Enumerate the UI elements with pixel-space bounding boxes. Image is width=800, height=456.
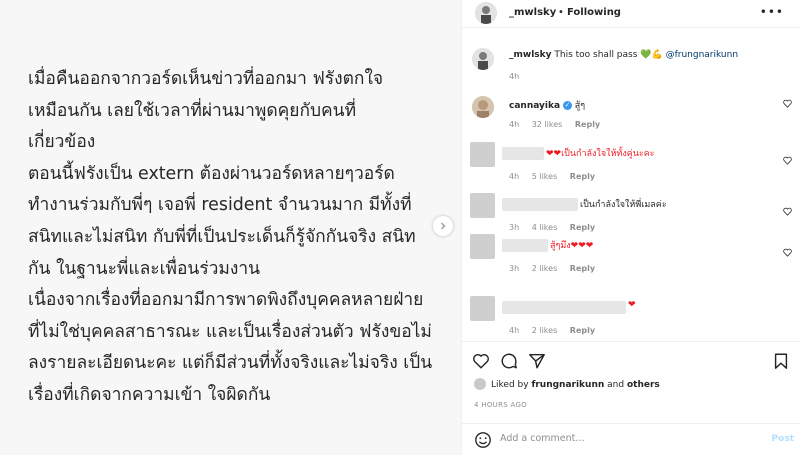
next-image-button[interactable] <box>433 216 453 236</box>
chevron-right-icon <box>441 222 446 230</box>
author-avatar[interactable] <box>472 48 494 70</box>
comment-meta: 4h 2 likes Reply <box>509 326 605 335</box>
commenter-avatar[interactable] <box>472 96 494 118</box>
header-separator: • <box>558 7 564 18</box>
comment-meta: 4h 32 likes Reply <box>509 120 610 129</box>
comment-body: เป็นกำลังใจให้พี่เมลค่ะ <box>580 197 667 211</box>
caption: _mwlsky This too shall pass 💚💪 @frungnar… <box>462 48 800 88</box>
liked-by-user-link[interactable]: frungnarikunn <box>531 380 604 390</box>
post-text-line: เนื่องจากเรื่องที่ออกมามีการพาดพิงถึงบุค… <box>28 290 424 311</box>
comment-text: เป็นกำลังใจให้พี่เมลค่ะ <box>580 200 667 210</box>
post-text-line: สนิทและไม่สนิท กับพี่ที่เป็นประเด็นก็รู้… <box>28 226 416 247</box>
comments-list: _mwlsky This too shall pass 💚💪 @frungnar… <box>462 40 800 340</box>
post-text-line: เกี่ยวข้อง <box>28 132 96 153</box>
comment-item: ❤❤เป็นกำลังใจให้ทั้งคู่นะคะ 4h 5 likes R… <box>462 142 800 181</box>
commenter-avatar[interactable] <box>470 296 495 321</box>
comment-meta: 4h 5 likes Reply <box>509 172 605 181</box>
like-comment-heart-icon[interactable] <box>783 248 792 257</box>
comment-body: ❤ <box>628 300 636 310</box>
liked-by-prefix: Liked by <box>491 380 529 390</box>
comment-username[interactable]: cannayika <box>509 101 560 111</box>
comment-time[interactable]: 3h <box>509 264 519 273</box>
comment-time[interactable]: 4h <box>509 120 519 129</box>
author-username-link[interactable]: _mwlsky <box>509 7 556 18</box>
comment-meta: 3h 2 likes Reply <box>509 264 605 273</box>
post-text-line: ลงรายละเอียดนะคะ แต่ก็มีส่วนที่ทั้งจริงแ… <box>28 353 433 374</box>
reply-button[interactable]: Reply <box>570 264 595 273</box>
add-comment-input[interactable] <box>500 433 760 444</box>
like-heart-icon[interactable] <box>472 352 490 370</box>
reply-button[interactable]: Reply <box>570 326 595 335</box>
comment-likes[interactable]: 5 likes <box>532 172 558 181</box>
verified-badge-icon: ✓ <box>562 101 572 110</box>
comment-text: ❤❤เป็นกำลังใจให้ทั้งคู่นะคะ <box>546 149 655 159</box>
caption-meta: 4h <box>509 72 529 81</box>
author-avatar[interactable] <box>475 2 497 24</box>
comment-time[interactable]: 3h <box>509 223 519 232</box>
reply-button[interactable]: Reply <box>570 223 595 232</box>
caption-time[interactable]: 4h <box>509 72 519 81</box>
post-actions-bar <box>462 341 800 372</box>
comment-item: เป็นกำลังใจให้พี่เมลค่ะ 3h 4 likes Reply <box>462 193 800 232</box>
like-comment-heart-icon[interactable] <box>783 99 792 108</box>
comment-body: สู้ๆมึง❤❤❤ <box>550 238 593 252</box>
like-comment-heart-icon[interactable] <box>783 156 792 165</box>
commenter-avatar[interactable] <box>470 234 495 259</box>
comment-likes[interactable]: 32 likes <box>532 120 563 129</box>
comment-icon[interactable] <box>500 352 518 370</box>
caption-text: This too shall pass <box>554 50 638 60</box>
liker-avatar[interactable] <box>474 378 486 390</box>
comment-text: สู้ๆมึง❤❤❤ <box>550 241 594 251</box>
post-text-line: เรื่องที่เกิดจากความเข้า ใจผิดกัน <box>28 384 271 405</box>
emoji-icon[interactable] <box>474 431 492 449</box>
commenter-name-redacted <box>502 301 626 314</box>
caption-body: _mwlsky This too shall pass 💚💪 @frungnar… <box>509 50 738 60</box>
comment-item: สู้ๆมึง❤❤❤ 3h 2 likes Reply <box>462 234 800 273</box>
commenter-avatar[interactable] <box>470 142 495 167</box>
post-text-line: ทำงานร่วมกับพี่ๆ เจอพี่ resident จำนวนมา… <box>28 195 412 216</box>
liked-by-line: Liked by frungnarikunn and others <box>474 378 660 390</box>
comment-item: ❤ 4h 2 likes Reply <box>462 296 800 335</box>
post-timestamp[interactable]: 4 HOURS AGO <box>474 401 527 409</box>
post-image-text: เมื่อคืนออกจากวอร์ดเห็นข่าวที่ออกมา ฟรัง… <box>28 64 448 412</box>
share-icon[interactable] <box>528 352 546 370</box>
liked-by-others-link[interactable]: others <box>627 380 660 390</box>
comment-likes[interactable]: 2 likes <box>532 326 558 335</box>
post-text-line: เมื่อคืนออกจากวอร์ดเห็นข่าวที่ออกมา ฟรัง… <box>28 69 384 89</box>
post-header: _mwlsky • Following ••• <box>462 0 800 28</box>
add-comment-bar: Post <box>462 423 800 456</box>
comment-item: cannayika ✓ สู้ๆ 4h 32 likes Reply <box>462 96 800 136</box>
commenter-name-redacted <box>502 239 548 252</box>
bookmark-icon[interactable] <box>772 352 790 370</box>
like-comment-heart-icon[interactable] <box>783 207 792 216</box>
following-button[interactable]: Following <box>567 7 621 18</box>
comment-body: cannayika ✓ สู้ๆ <box>509 98 585 112</box>
post-comment-button[interactable]: Post <box>772 434 794 444</box>
comment-time[interactable]: 4h <box>509 326 519 335</box>
comment-time[interactable]: 4h <box>509 172 519 181</box>
comment-text: ❤ <box>628 300 636 310</box>
comment-meta: 3h 4 likes Reply <box>509 223 605 232</box>
liked-by-joiner: and <box>607 380 625 390</box>
comment-body: ❤❤เป็นกำลังใจให้ทั้งคู่นะคะ <box>546 146 655 160</box>
post-text-line: ตอนนี้ฟรังเป็น extern ต้องผ่านวอร์ดหลายๆ… <box>28 163 395 184</box>
post-image: เมื่อคืนออกจากวอร์ดเห็นข่าวที่ออกมา ฟรัง… <box>0 0 462 455</box>
post-side-panel: _mwlsky • Following ••• _mwlsky This too… <box>462 0 800 455</box>
caption-mention-link[interactable]: @frungnarikunn <box>666 50 738 60</box>
comment-likes[interactable]: 2 likes <box>532 264 558 273</box>
commenter-name-redacted <box>502 147 544 160</box>
caption-emojis: 💚💪 <box>640 50 663 60</box>
caption-username[interactable]: _mwlsky <box>509 50 552 60</box>
reply-button[interactable]: Reply <box>575 120 600 129</box>
comment-likes[interactable]: 4 likes <box>532 223 558 232</box>
instagram-post-modal: เมื่อคืนออกจากวอร์ดเห็นข่าวที่ออกมา ฟรัง… <box>0 0 800 455</box>
more-options-icon[interactable]: ••• <box>760 5 784 19</box>
post-text-line: ที่ไม่ใช่บุคคลสาธารณะ และเป็นเรื่องส่วนต… <box>28 321 432 342</box>
comment-text: สู้ๆ <box>574 101 586 111</box>
post-text-line: เหมือนกัน เลยใช้เวลาที่ผ่านมาพูดคุยกับคน… <box>28 100 357 121</box>
reply-button[interactable]: Reply <box>570 172 595 181</box>
commenter-avatar[interactable] <box>470 193 495 218</box>
post-text-line: กัน ในฐานะพี่และเพื่อนร่วมงาน <box>28 258 261 279</box>
commenter-name-redacted <box>502 198 578 211</box>
